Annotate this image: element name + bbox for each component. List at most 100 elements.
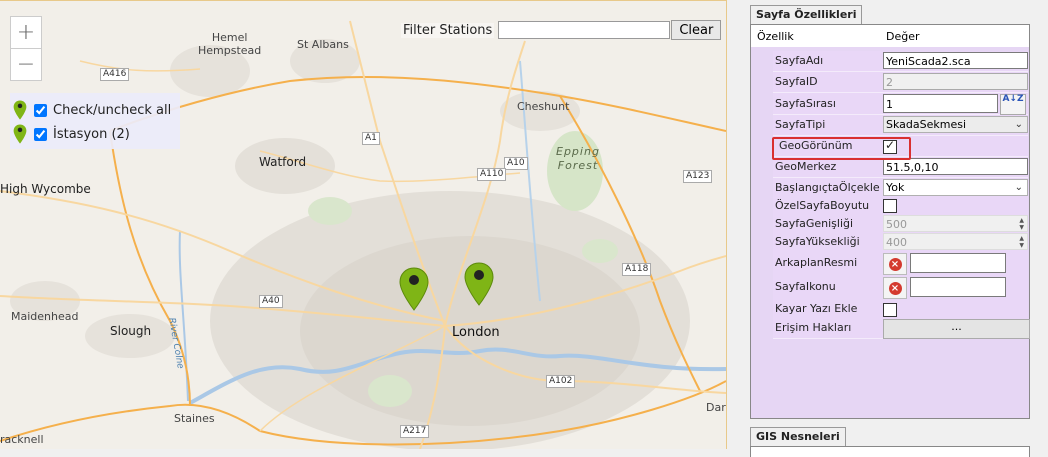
road-a102: A102 [546,375,576,388]
prop-name: SayfaAdı [775,54,824,67]
filter-input[interactable] [498,21,671,39]
istasyon-checkbox[interactable] [34,127,47,141]
prop-row-ozel-sayfa-boyutu: ÖzelSayfaBoyutu [773,197,1028,215]
sayfa-genisligi-input: 500 ▲ ▼ [883,215,1028,232]
map-view[interactable]: Hemel Hempstead St Albans Cheshunt Watfo… [0,0,727,449]
place-cheshunt: Cheshunt [517,100,570,113]
sort-az-icon[interactable]: A↓Z [1000,94,1026,115]
layer-panel: Check/uncheck all İstasyon (2) [10,93,180,149]
check-all-checkbox[interactable] [34,103,47,117]
sayfa-yuksekligi-value: 400 [886,236,907,249]
prop-row-kayar-yazi-ekle: Kayar Yazı Ekle [773,299,1028,320]
sayfa-sirasi-input[interactable]: 1 [883,94,998,113]
spin-down-icon: ▼ [1019,224,1024,231]
column-property: Özellik [757,30,794,43]
pin-icon [10,100,30,120]
prop-row-arkaplan-resmi: ArkaplanResmi ×... [773,251,1028,295]
road-a416: A416 [100,68,130,81]
prop-row-sayfa-id: SayfaID 2 [773,72,1028,93]
station-marker-icon[interactable] [399,267,429,311]
olcekle-select[interactable]: Yok ⌄ [883,179,1028,196]
properties-header: Özellik Değer [751,25,1029,47]
place-watford: Watford [259,155,307,169]
prop-name: BaşlangıçtaÖlçekle [775,181,880,194]
zoom-in-button[interactable]: + [11,17,41,48]
prop-name: SayfaIkonu [775,280,836,293]
place-hemel-hempstead: Hemel Hempstead [198,31,262,57]
sayfa-tipi-value: SkadaSekmesi [886,118,967,131]
place-slough: Slough [110,324,152,338]
close-icon: × [888,257,902,271]
road-a1: A1 [362,132,380,145]
prop-name: SayfaID [775,75,818,88]
sayfa-adi-input[interactable]: YeniScada2.sca [883,52,1028,69]
prop-row-baslangicta-olcekle: BaşlangıçtaÖlçekle Yok ⌄ [773,178,1028,199]
road-a123: A123 [683,170,713,183]
check-all-label: Check/uncheck all [53,102,172,118]
place-high-wycombe: High Wycombe [0,182,91,196]
prop-row-sayfa-sirasi: SayfaSırası 1 A↓Z [773,93,1028,115]
prop-name: Erişim Hakları [775,321,852,334]
sayfa-genisligi-value: 500 [886,218,907,231]
close-icon: × [888,281,902,295]
tab-sayfa-ozellikleri[interactable]: Sayfa Özellikleri [750,5,863,24]
place-bracknell: racknell [0,433,44,446]
pin-icon [10,124,30,144]
spin-up-icon: ▲ [1019,235,1024,242]
prop-row-sayfa-adi: SayfaAdı YeniScada2.sca [773,51,1028,72]
istasyon-label: İstasyon (2) [53,126,130,142]
prop-name: SayfaSırası [775,97,836,110]
road-a118: A118 [622,263,652,276]
zoom-control: + − [10,16,42,81]
clear-button[interactable]: Clear [671,20,722,40]
prop-name: Kayar Yazı Ekle [775,302,858,315]
prop-name: SayfaTipi [775,118,826,131]
chevron-down-icon: ⌄ [1014,182,1023,193]
prop-row-sayfa-tipi: SayfaTipi SkadaSekmesi ⌄ [773,115,1028,136]
prop-row-sayfa-ikonu: SayfaIkonu ×... [773,275,1028,319]
station-marker-icon[interactable] [464,262,494,306]
erisim-haklari-button[interactable]: ... [883,319,1030,339]
zoom-out-button[interactable]: − [11,48,41,80]
sayfa-yuksekligi-input: 400 ▲ ▼ [883,233,1028,250]
prop-name: ÖzelSayfaBoyutu [775,199,870,212]
road-a40: A40 [259,295,283,308]
ozel-sayfa-boyutu-checkbox[interactable] [883,199,897,213]
tab-gis-nesneleri[interactable]: GIS Nesneleri [750,427,846,446]
geo-gorunum-highlight [772,137,911,160]
place-epping-forest: Epping Forest [556,145,600,172]
chevron-down-icon: ⌄ [1014,119,1023,130]
road-a217: A217 [400,425,430,438]
sayfa-tipi-select[interactable]: SkadaSekmesi ⌄ [883,116,1028,133]
prop-name: ArkaplanResmi [775,256,858,269]
clear-image-button[interactable]: × [883,253,907,275]
place-maidenhead: Maidenhead [11,310,79,323]
properties-grid: Özellik Değer SayfaAdı YeniScada2.sca Sa… [750,24,1030,419]
filter-label: Filter Stations [401,22,495,38]
geo-merkez-input[interactable]: 51.5,0,10 [883,158,1028,175]
layer-row-istasyon: İstasyon (2) [10,123,130,145]
prop-row-erisim-haklari: Erişim Hakları ... [773,318,1030,339]
filter-bar: Filter Stations Clear [401,20,722,40]
place-staines: Staines [174,412,215,425]
sayfa-ikonu-input[interactable] [910,277,1006,297]
road-a10: A10 [504,157,528,170]
kayar-yazi-checkbox[interactable] [883,303,897,317]
layer-row-all: Check/uncheck all [10,99,171,121]
place-dartford: Dart [706,401,726,414]
prop-name: SayfaYüksekliği [775,235,860,248]
clear-icon-button[interactable]: × [883,277,907,299]
place-london: London [452,325,500,340]
arkaplan-resmi-input[interactable] [910,253,1006,273]
place-st-albans: St Albans [297,38,349,51]
prop-row-geo-merkez: GeoMerkez 51.5,0,10 [773,157,1028,178]
road-a110: A110 [477,168,507,181]
column-value: Değer [886,30,920,43]
prop-name: GeoMerkez [775,160,837,173]
spin-down-icon: ▼ [1019,242,1024,249]
prop-row-sayfa-yuksekligi: SayfaYüksekliği 400 ▲ ▼ [773,232,1028,253]
prop-name: SayfaGenişliği [775,217,854,230]
sayfa-id-input: 2 [883,73,1028,90]
olcekle-value: Yok [886,181,905,194]
spin-up-icon: ▲ [1019,217,1024,224]
